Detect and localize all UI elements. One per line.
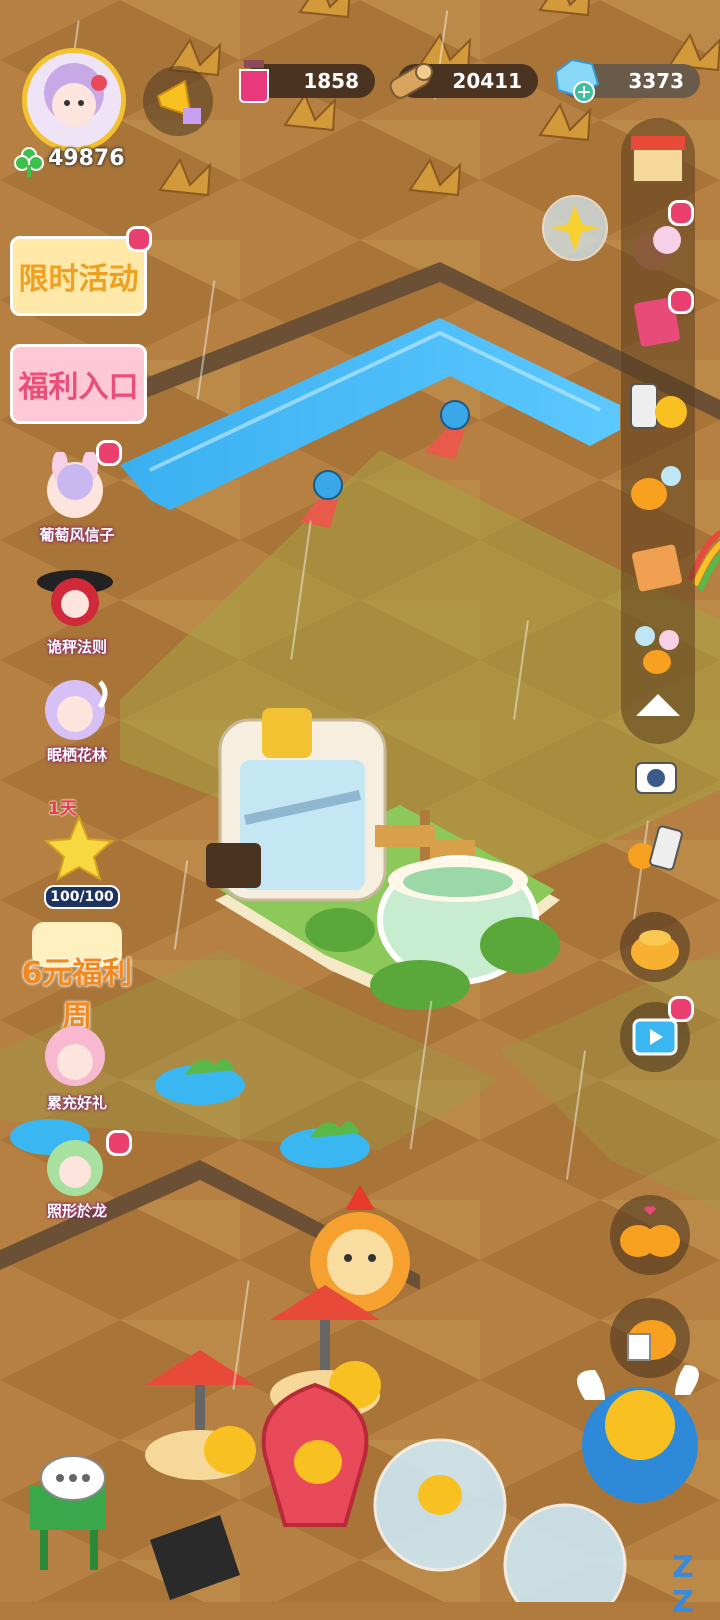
chick-wand-icon[interactable] (627, 460, 689, 516)
bear-friends-icon[interactable] (627, 218, 689, 274)
gem-icon (548, 56, 604, 106)
megaphone-icon (156, 79, 201, 124)
bag-icon (631, 930, 679, 970)
star-reward-icon[interactable] (43, 814, 115, 882)
camera-button[interactable] (632, 755, 680, 799)
potion-icon (232, 58, 276, 104)
social-button[interactable] (610, 1195, 690, 1275)
phone-chick-icon[interactable] (627, 378, 689, 434)
event-forest-label: 眠栖花林 (46, 746, 107, 764)
chat-bubble-icon (40, 1455, 106, 1501)
wood-icon (386, 58, 438, 106)
event-hyacinth-icon[interactable] (30, 450, 120, 532)
gem-value: 3373 (628, 69, 684, 93)
notification-dot (668, 996, 694, 1022)
avatar-portrait-icon (27, 53, 121, 147)
camera-icon (635, 762, 677, 794)
notes-chick-icon (627, 1320, 676, 1361)
event-forest-icon[interactable] (30, 672, 120, 752)
six-yuan-welfare-button[interactable]: 6元福利周 (22, 912, 132, 1035)
event-recharge-label: 累充好礼 (46, 1094, 107, 1112)
player-avatar[interactable] (22, 48, 126, 152)
event-rules-icon[interactable] (30, 562, 120, 642)
notification-dot (126, 226, 152, 252)
notification-dot (668, 200, 694, 226)
event-dragon-label: 照形於龙 (46, 1202, 107, 1220)
chat-bubble-button[interactable] (36, 1452, 110, 1512)
welfare-button[interactable]: 福利入口 (10, 344, 147, 424)
limited-event-label: 限时活动 (18, 262, 139, 297)
event-hyacinth-label: 葡萄风信子 (39, 526, 115, 544)
phone-swap-button[interactable] (624, 820, 688, 878)
bag-button[interactable] (620, 912, 690, 982)
notification-dot (668, 288, 694, 314)
clover-icon (12, 145, 46, 179)
wood-value: 20411 (452, 69, 522, 93)
announcement-button[interactable] (143, 66, 213, 136)
chevron-up-icon (636, 694, 680, 716)
chick-pair-icon (620, 1206, 680, 1257)
shop-icon[interactable] (627, 130, 689, 186)
recipe-book-icon[interactable] (627, 540, 689, 596)
collapse-toolbar-button[interactable] (632, 690, 684, 720)
potion-value: 1858 (303, 69, 359, 93)
qa-chick-icon[interactable] (627, 620, 689, 676)
event-recharge-icon[interactable] (30, 1020, 120, 1100)
event-rules-label: 诡秤法则 (46, 638, 107, 656)
star-progress: 100/100 (44, 885, 120, 909)
limited-event-button[interactable]: 限时活动 (10, 236, 147, 316)
event-dragon-icon[interactable] (30, 1130, 120, 1210)
clover-count: 49876 (48, 146, 125, 171)
sleep-indicator: Z Z (672, 1550, 694, 1620)
notes-button[interactable] (610, 1298, 690, 1378)
welfare-label: 福利入口 (18, 370, 139, 405)
phone-swap-icon (628, 825, 683, 871)
